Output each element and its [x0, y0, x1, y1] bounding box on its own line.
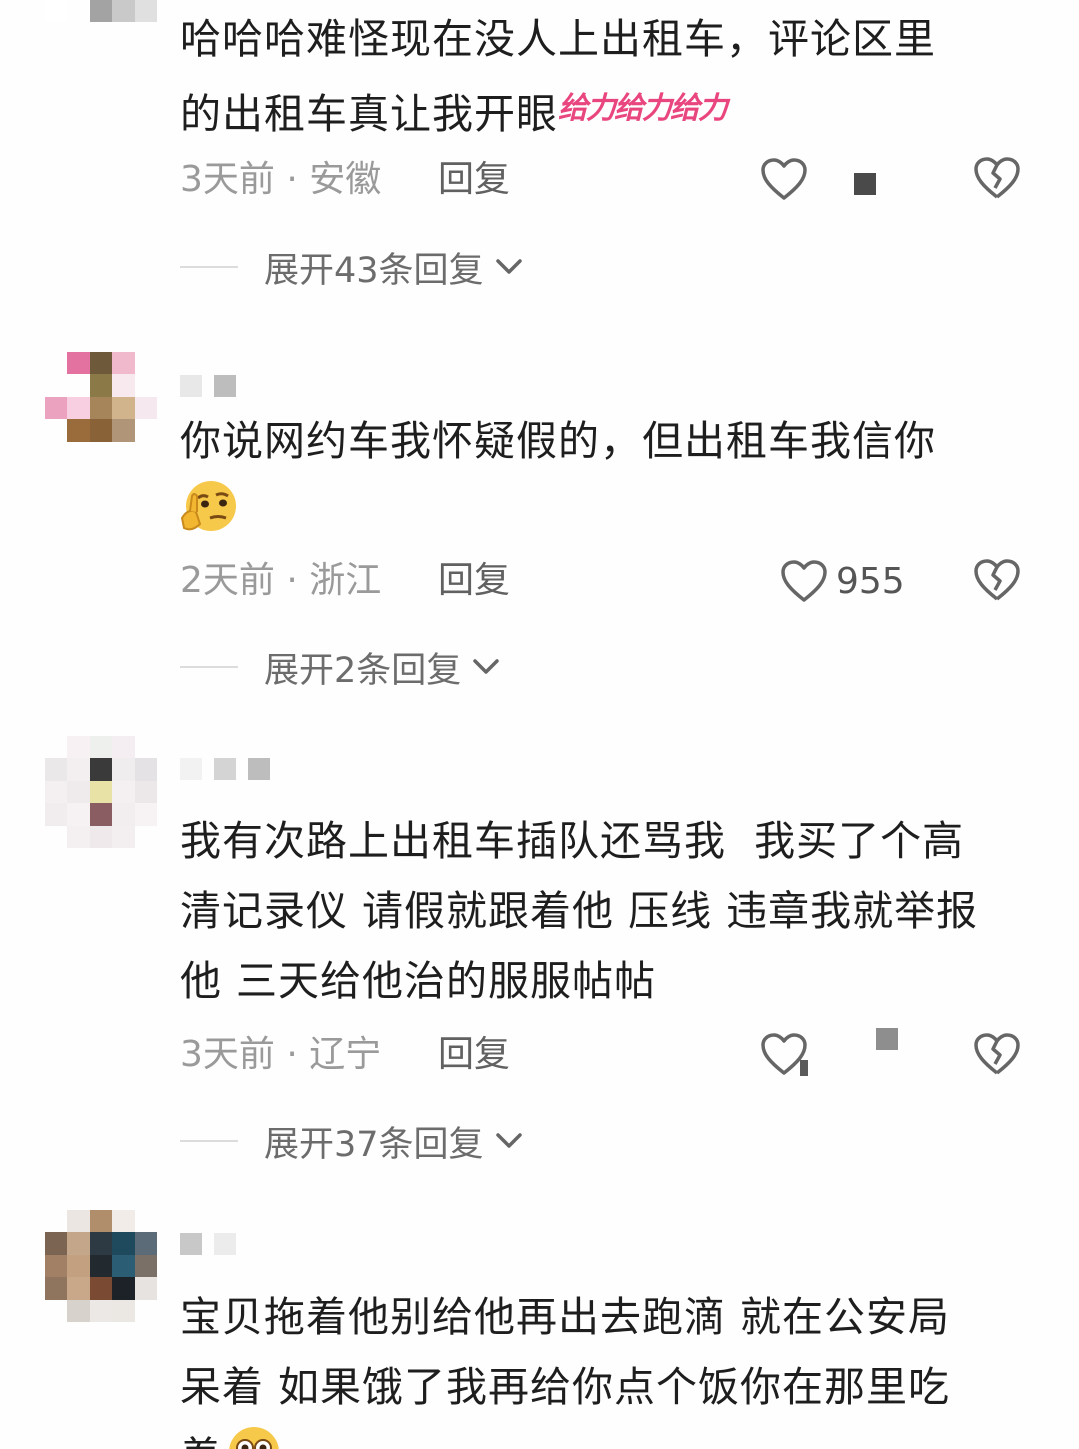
like-button[interactable]: 955	[780, 556, 905, 606]
chevron-down-icon	[495, 259, 522, 274]
like-button[interactable]	[760, 1029, 816, 1079]
reply-button[interactable]: 回复	[438, 556, 510, 606]
like-count-mosaic	[854, 173, 876, 195]
avatar[interactable]	[45, 352, 157, 464]
broken-heart-icon[interactable]	[973, 558, 1021, 602]
expand-divider	[180, 1140, 238, 1142]
username-mosaic[interactable]	[180, 1233, 236, 1255]
comment-text: 你说网约车我怀疑假的，但出租车我信你	[180, 417, 936, 465]
comment-text: 我有次路上出租车插队还骂我 我买了个高 清记录仪 请假就跟着他 压线 违章我就举…	[180, 817, 979, 1005]
sticker-gelivable: 给力给力给力	[558, 91, 728, 126]
like-button[interactable]	[760, 154, 816, 204]
chevron-down-icon	[473, 659, 500, 674]
comment-meta: 2天前 · 浙江	[180, 560, 382, 601]
comment-text: 宝贝拖着他别给他再出去跑滴 就在公安局 呆着 如果饿了我再给你点个饭你在那里吃 …	[180, 1293, 951, 1449]
expand-divider	[180, 666, 238, 668]
chevron-down-icon	[495, 1133, 522, 1148]
heart-outline-icon	[761, 158, 807, 200]
heart-outline-icon	[781, 560, 827, 602]
expand-label: 展开2条回复	[264, 650, 462, 691]
expand-label: 展开43条回复	[264, 250, 484, 291]
like-count-mosaic	[876, 1028, 898, 1050]
thinking-face-emoji	[180, 481, 236, 531]
heart-outline-icon	[761, 1033, 808, 1076]
username-mosaic[interactable]	[180, 375, 236, 397]
like-count: 955	[836, 560, 905, 602]
comment-text: 哈哈哈难怪现在没人上出租车，评论区里 的出租车真让我开眼给力给力给力	[180, 15, 936, 138]
expand-label: 展开37条回复	[264, 1124, 484, 1165]
expand-replies-button[interactable]: 展开37条回复	[180, 1116, 524, 1166]
comment-meta: 3天前 · 安徽	[180, 159, 382, 200]
flushed-face-emoji	[229, 1427, 279, 1449]
reply-button[interactable]: 回复	[438, 155, 510, 205]
expand-replies-button[interactable]: 展开2条回复	[180, 642, 501, 692]
expand-replies-button[interactable]: 展开43条回复	[180, 242, 524, 292]
username-mosaic[interactable]	[180, 758, 270, 780]
avatar[interactable]	[45, 0, 157, 22]
reply-button[interactable]: 回复	[438, 1030, 510, 1080]
broken-heart-icon[interactable]	[973, 156, 1021, 200]
avatar[interactable]	[45, 1210, 157, 1322]
avatar[interactable]	[45, 736, 157, 848]
comment-meta: 3天前 · 辽宁	[180, 1034, 382, 1075]
expand-divider	[180, 266, 238, 268]
broken-heart-icon[interactable]	[973, 1032, 1021, 1076]
